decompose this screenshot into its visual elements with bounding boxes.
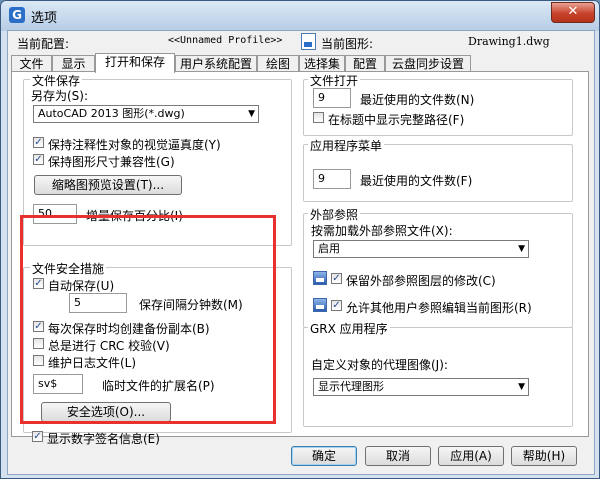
close-button[interactable]: ✕: [551, 2, 595, 23]
drawing-file-icon: [301, 33, 316, 50]
digital-signature-label: 显示数字签名信息(E): [47, 432, 160, 446]
retain-xref-layer-label: 保留外部参照图层的修改(C): [346, 274, 496, 288]
backup-label: 每次保存时均创建备份副本(B): [48, 322, 210, 336]
temp-extension-input[interactable]: sv$: [33, 374, 83, 394]
xref-group: 外部参照 按需加载外部参照文件(X): 启用 ▼ ✓ 保留外部参照图层的修改(C) …: [303, 206, 573, 328]
checkbox-box: [33, 338, 44, 349]
xref-title: 外部参照: [308, 206, 361, 223]
app-menu-group: 应用程序菜单 9 最近使用的文件数(F): [303, 137, 573, 202]
thumbnail-settings-button[interactable]: 缩略图预览设置(T)...: [34, 175, 182, 195]
checkbox-box: ✓: [33, 137, 44, 148]
proxy-image-select[interactable]: 显示代理图形 ▼: [313, 378, 529, 396]
crc-label: 总是进行 CRC 校验(V): [48, 339, 170, 353]
title-bar[interactable]: G 选项 ✕: [1, 1, 599, 29]
demand-load-label: 按需加载外部参照文件(X):: [311, 224, 453, 238]
current-profile-value: <<Unnamed Profile>>: [168, 35, 283, 46]
chevron-down-icon: ▼: [518, 244, 525, 254]
keep-annotative-label: 保持注释性对象的视觉逼真度(Y): [48, 138, 221, 152]
close-icon: ✕: [567, 4, 579, 19]
save-as-select[interactable]: AutoCAD 2013 图形(*.dwg) ▼: [33, 105, 259, 123]
current-drawing-label: 当前图形:: [321, 37, 374, 51]
checkbox-box: ✓: [33, 154, 44, 165]
options-dialog: G 选项 ✕ 当前配置: <<Unnamed Profile>> 当前图形: D…: [0, 0, 600, 479]
file-safety-group: 文件安全措施 ✓ 自动保存(U) 5 保存间隔分钟数(M) ✓ 每次保存时均创建备份…: [23, 260, 292, 433]
file-open-title: 文件打开: [308, 72, 361, 89]
checkbox-box: ✓: [33, 278, 44, 289]
full-path-label: 在标题中显示完整路径(F): [328, 113, 465, 127]
chevron-down-icon: ▼: [248, 109, 255, 119]
incremental-save-label: 增量保存百分比(I): [86, 209, 183, 223]
save-as-label: 另存为(S):: [31, 89, 89, 103]
tab-selection[interactable]: 选择集: [299, 55, 345, 71]
chevron-down-icon: ▼: [518, 382, 525, 392]
security-options-button[interactable]: 安全选项(O)...: [41, 402, 171, 422]
file-safety-title: 文件安全措施: [30, 260, 107, 277]
file-open-group: 文件打开 9 最近使用的文件数(N) 在标题中显示完整路径(F): [303, 72, 573, 136]
checkbox-box: [33, 355, 44, 366]
gstarcad-logo-icon: G: [9, 7, 25, 23]
apply-button[interactable]: 应用(A): [438, 446, 504, 466]
ok-button[interactable]: 确定: [291, 446, 357, 466]
tab-display[interactable]: 显示: [52, 55, 95, 71]
grx-group: GRX 应用程序 自定义对象的代理图像(J): 显示代理图形 ▼: [303, 320, 573, 427]
dialog-client: 当前配置: <<Unnamed Profile>> 当前图形: Drawing1…: [7, 30, 595, 475]
tab-panel-open-and-save: 文件保存 另存为(S): AutoCAD 2013 图形(*.dwg) ▼ ✓ 保持…: [11, 71, 589, 446]
checkbox-box: [313, 112, 324, 123]
tab-cloud-sync[interactable]: 云盘同步设置: [385, 55, 471, 71]
tab-open-and-save[interactable]: 打开和保存: [95, 53, 175, 73]
window-title: 选项: [31, 11, 58, 26]
current-profile-label: 当前配置:: [17, 37, 70, 51]
demand-load-value: 启用: [318, 242, 340, 255]
checkbox-box: ✓: [331, 273, 342, 284]
checkbox-box: ✓: [33, 321, 44, 332]
menu-recent-files-input[interactable]: 9: [313, 169, 351, 189]
proxy-image-label: 自定义对象的代理图像(J):: [311, 358, 448, 372]
demand-load-select[interactable]: 启用 ▼: [313, 240, 529, 258]
autosave-minutes-input[interactable]: 5: [69, 293, 127, 313]
help-button[interactable]: 帮助(H): [511, 446, 577, 466]
temp-extension-label: 临时文件的扩展名(P): [102, 379, 215, 393]
menu-recent-files-label: 最近使用的文件数(F): [360, 174, 473, 188]
allow-xref-edit-label: 允许其他用户参照编辑当前图形(R): [346, 301, 532, 315]
profile-row: 当前配置: <<Unnamed Profile>> 当前图形: Drawing1…: [8, 31, 594, 51]
tab-user-preferences[interactable]: 用户系统配置: [175, 55, 257, 71]
tab-profiles[interactable]: 配置: [345, 55, 385, 71]
keep-size-compat-label: 保持图形尺寸兼容性(G): [48, 155, 175, 169]
cancel-button[interactable]: 取消: [365, 446, 431, 466]
checkbox-box: ✓: [32, 431, 43, 442]
xref-icon: [313, 298, 327, 312]
autosave-label: 自动保存(U): [48, 279, 115, 293]
tab-files[interactable]: 文件: [11, 55, 52, 71]
app-menu-title: 应用程序菜单: [308, 137, 385, 154]
incremental-save-input[interactable]: 50: [33, 204, 77, 224]
save-as-value: AutoCAD 2013 图形(*.dwg): [38, 107, 185, 120]
current-drawing-value: Drawing1.dwg: [468, 35, 550, 48]
checkbox-box: ✓: [331, 300, 342, 311]
xref-icon: [313, 271, 327, 285]
autosave-minutes-label: 保存间隔分钟数(M): [139, 298, 243, 312]
grx-title: GRX 应用程序: [308, 320, 390, 337]
log-file-label: 维护日志文件(L): [48, 356, 137, 370]
file-save-group: 文件保存 另存为(S): AutoCAD 2013 图形(*.dwg) ▼ ✓ 保持…: [23, 72, 292, 246]
recent-files-input[interactable]: 9: [313, 88, 351, 108]
tab-drafting[interactable]: 绘图: [257, 55, 299, 71]
recent-files-label: 最近使用的文件数(N): [360, 93, 475, 107]
proxy-image-value: 显示代理图形: [318, 380, 384, 393]
